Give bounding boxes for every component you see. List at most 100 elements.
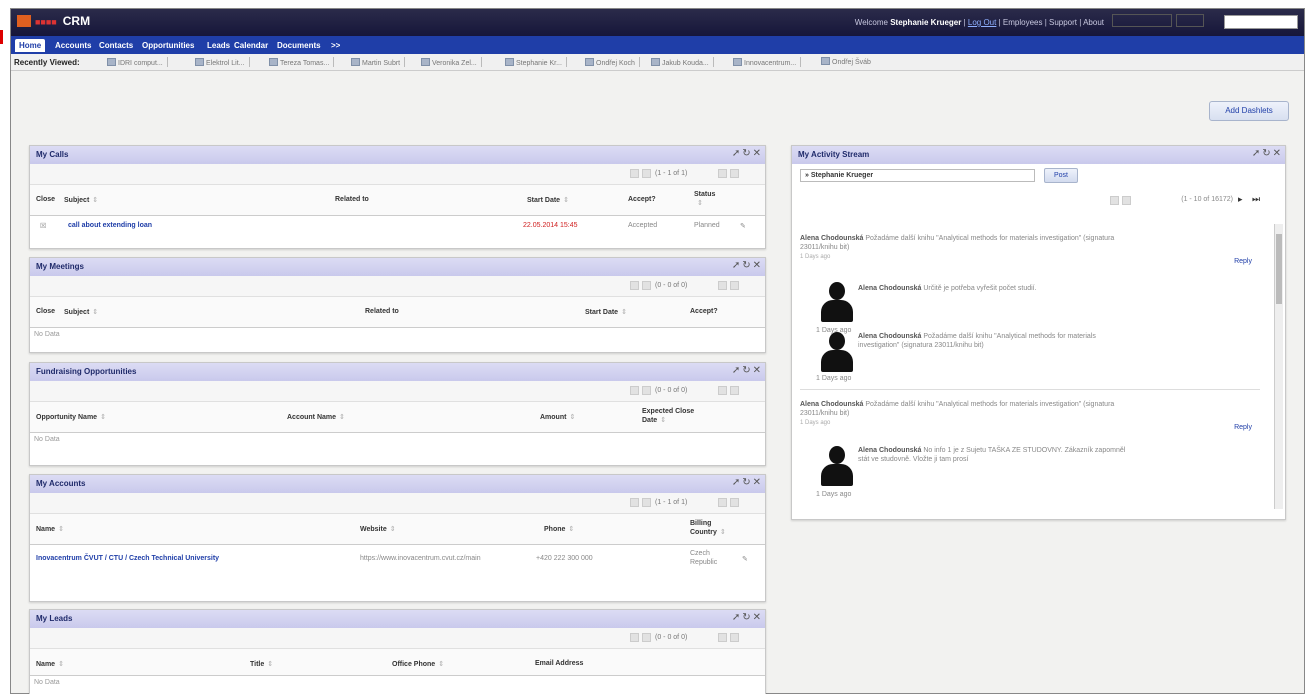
account-name-link[interactable]: Inovacentrum ČVUT / CTU / Czech Technica… [36, 555, 219, 562]
last-page-button[interactable] [730, 281, 739, 290]
first-page-button[interactable] [630, 169, 639, 178]
scrollbar-thumb[interactable] [1276, 234, 1282, 304]
col-name[interactable]: Name ⇕ [36, 525, 64, 533]
reply-link[interactable]: Reply [1234, 424, 1252, 431]
first-page-button[interactable] [1110, 196, 1119, 205]
close-call-icon[interactable]: ☒ [40, 222, 46, 230]
col-title[interactable]: Title ⇕ [250, 660, 273, 668]
col-name[interactable]: Name ⇕ [36, 660, 64, 668]
activity-scrollbar[interactable] [1274, 224, 1283, 509]
recent-item[interactable]: Stephanie Kr... [505, 57, 567, 68]
prev-page-button[interactable] [642, 281, 651, 290]
next-page-button[interactable] [718, 498, 727, 507]
close-icon[interactable]: ✕ [753, 612, 761, 623]
last-page-icon[interactable]: ⏭ [1252, 195, 1261, 204]
col-status[interactable]: Status ⇕ [694, 190, 715, 208]
post-author[interactable]: Alena Chodounská [858, 447, 921, 454]
first-page-button[interactable] [630, 498, 639, 507]
prev-page-button[interactable] [642, 498, 651, 507]
first-page-button[interactable] [630, 281, 639, 290]
recent-item[interactable]: IDRI comput... [107, 57, 168, 68]
prev-page-button[interactable] [642, 386, 651, 395]
col-expected-close-date[interactable]: Expected Close Date ⇕ [642, 407, 694, 425]
prev-page-button[interactable] [642, 633, 651, 642]
close-icon[interactable]: ✕ [753, 477, 761, 488]
post-author[interactable]: Alena Chodounská [800, 235, 863, 242]
refresh-icon[interactable]: ↻ [1262, 148, 1270, 159]
col-opportunity-name[interactable]: Opportunity Name ⇕ [36, 413, 106, 421]
refresh-icon[interactable]: ↻ [742, 260, 750, 271]
recent-item[interactable]: Innovacentrum... [733, 57, 802, 68]
post-button[interactable]: Post [1044, 168, 1078, 183]
recent-item[interactable]: Martin Subrt [351, 57, 406, 68]
refresh-icon[interactable]: ↻ [742, 612, 750, 623]
col-subject[interactable]: Subject ⇕ [64, 308, 98, 316]
recent-item[interactable]: Ondřej Šváb [821, 57, 871, 68]
header-toggle[interactable] [1176, 14, 1204, 27]
col-account-name[interactable]: Account Name ⇕ [287, 413, 345, 421]
next-page-button[interactable] [718, 386, 727, 395]
global-search-input[interactable] [1224, 15, 1298, 29]
app-logo[interactable]: ■■■■ CRM [17, 14, 90, 28]
close-icon[interactable]: ✕ [753, 148, 761, 159]
header-links[interactable]: Employees | Support | About [1003, 18, 1104, 27]
table-row[interactable]: ☒ call about extending loan 22.05.2014 1… [30, 216, 765, 236]
last-page-button[interactable] [730, 498, 739, 507]
col-amount[interactable]: Amount ⇕ [540, 413, 575, 421]
account-website-link[interactable]: https://www.inovacentrum.cvut.cz/main [360, 555, 481, 562]
close-icon[interactable]: ✕ [1273, 148, 1281, 159]
tab-calendar[interactable]: Calendar [230, 39, 272, 52]
post-author[interactable]: Alena Chodounská [800, 401, 863, 408]
refresh-icon[interactable]: ↻ [742, 365, 750, 376]
edit-icon[interactable]: ➚ [1252, 148, 1260, 159]
first-page-button[interactable] [630, 386, 639, 395]
reply-link[interactable]: Reply [1234, 258, 1252, 265]
activity-post-input[interactable]: » Stephanie Krueger [800, 169, 1035, 182]
close-icon[interactable]: ✕ [753, 365, 761, 376]
recent-item[interactable]: Tereza Tomas... [269, 57, 335, 68]
edit-icon[interactable]: ➚ [732, 612, 740, 623]
col-phone[interactable]: Phone ⇕ [544, 525, 574, 533]
recent-item[interactable]: Ondřej Koch [585, 57, 640, 68]
edit-pencil-icon[interactable]: ✎ [740, 222, 746, 230]
recent-item[interactable]: Jakub Kouda... [651, 57, 714, 68]
prev-page-button[interactable] [642, 169, 651, 178]
last-page-button[interactable] [730, 169, 739, 178]
call-subject-link[interactable]: call about extending loan [68, 222, 152, 229]
next-page-button[interactable] [718, 169, 727, 178]
tab-accounts[interactable]: Accounts [51, 39, 95, 52]
edit-icon[interactable]: ➚ [732, 260, 740, 271]
first-page-button[interactable] [630, 633, 639, 642]
header-select[interactable] [1112, 14, 1172, 27]
table-row[interactable]: Inovacentrum ČVUT / CTU / Czech Technica… [30, 545, 765, 573]
recent-item[interactable]: Veronika Zel... [421, 57, 482, 68]
last-page-button[interactable] [730, 633, 739, 642]
last-page-button[interactable] [730, 386, 739, 395]
recent-item[interactable]: Elektrol Lit... [195, 57, 250, 68]
prev-page-button[interactable] [1122, 196, 1131, 205]
tab-more[interactable]: >> [327, 39, 344, 52]
col-start-date[interactable]: Start Date ⇕ [527, 196, 569, 204]
next-page-icon[interactable]: ▸ [1238, 195, 1247, 204]
col-subject[interactable]: Subject ⇕ [64, 196, 98, 204]
tab-home[interactable]: Home [15, 39, 46, 52]
logout-link[interactable]: Log Out [968, 18, 996, 27]
add-dashlets-button[interactable]: Add Dashlets [1209, 101, 1289, 121]
edit-icon[interactable]: ➚ [732, 148, 740, 159]
refresh-icon[interactable]: ↻ [742, 477, 750, 488]
refresh-icon[interactable]: ↻ [742, 148, 750, 159]
edit-icon[interactable]: ➚ [732, 477, 740, 488]
col-website[interactable]: Website ⇕ [360, 525, 396, 533]
edit-pencil-icon[interactable]: ✎ [742, 555, 748, 563]
tab-opportunities[interactable]: Opportunities [138, 39, 198, 52]
post-author[interactable]: Alena Chodounská [858, 285, 921, 292]
col-office-phone[interactable]: Office Phone ⇕ [392, 660, 444, 668]
close-icon[interactable]: ✕ [753, 260, 761, 271]
col-billing-country[interactable]: Billing Country ⇕ [690, 519, 726, 537]
col-start-date[interactable]: Start Date ⇕ [585, 308, 627, 316]
post-author[interactable]: Alena Chodounská [858, 333, 921, 340]
next-page-button[interactable] [718, 633, 727, 642]
edit-icon[interactable]: ➚ [732, 365, 740, 376]
next-page-button[interactable] [718, 281, 727, 290]
tab-documents[interactable]: Documents [273, 39, 325, 52]
